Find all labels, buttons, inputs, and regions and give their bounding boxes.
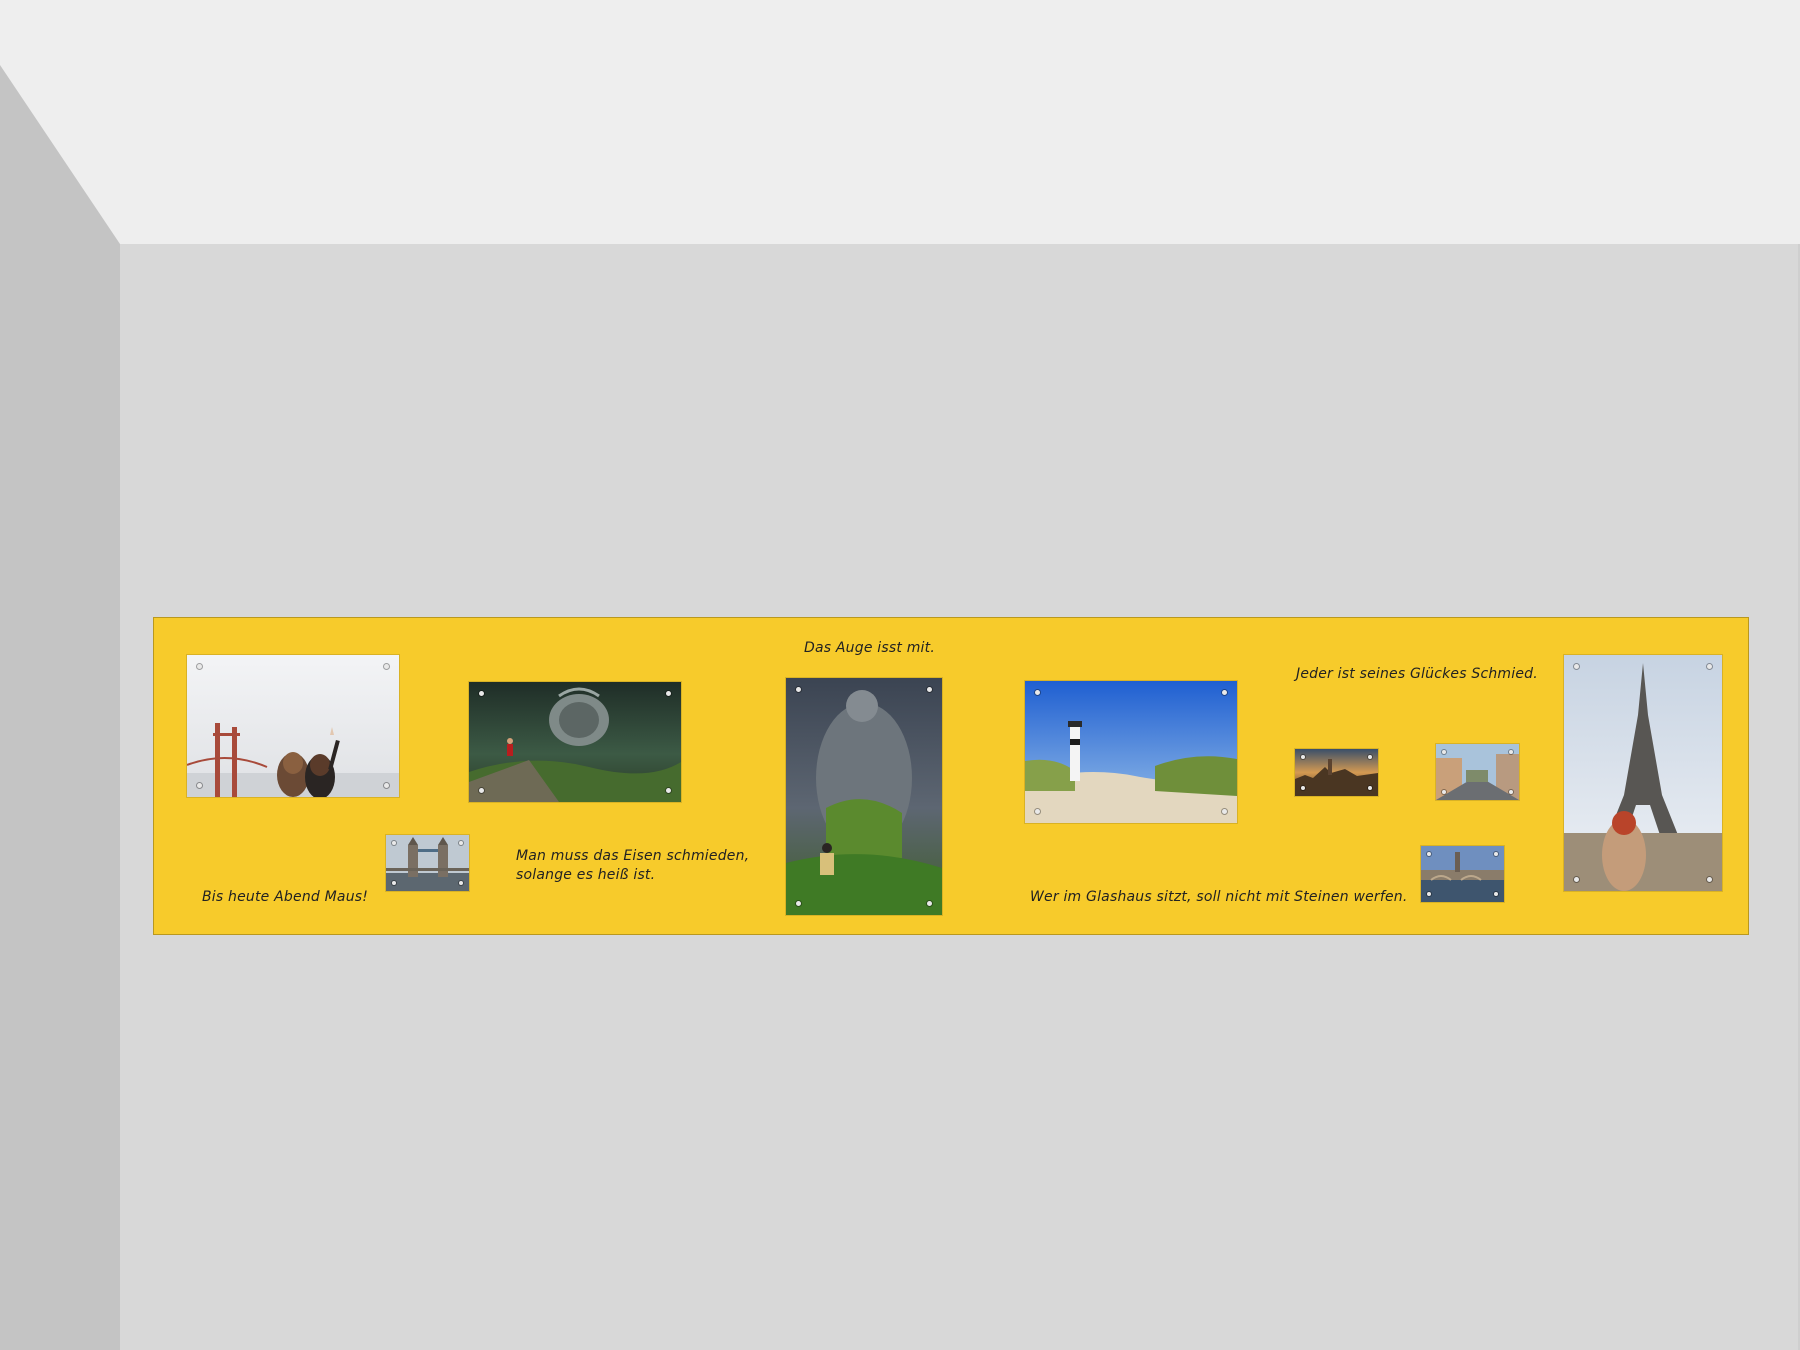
- screw: [459, 881, 463, 885]
- city-sunset-photo-icon: [1295, 749, 1378, 796]
- bridge-river-photo-icon: [1421, 846, 1504, 902]
- screw: [796, 687, 801, 692]
- photo-street[interactable]: [1436, 744, 1519, 800]
- screw: [927, 687, 932, 692]
- screw: [1427, 852, 1431, 856]
- screw: [1494, 852, 1498, 856]
- screw: [1035, 690, 1040, 695]
- screw: [1574, 877, 1579, 882]
- street-scene-photo-icon: [1436, 744, 1519, 800]
- screw: [927, 901, 932, 906]
- screw: [384, 783, 389, 788]
- screw: [1222, 809, 1227, 814]
- caption-eisen: Man muss das Eisen schmieden, solange es…: [516, 848, 750, 883]
- golden-gate-friends-photo-icon: [187, 655, 399, 797]
- eiffel-tower-photo-icon: [1564, 655, 1722, 891]
- photo-bridge-river[interactable]: [1421, 846, 1504, 902]
- screw: [1368, 786, 1372, 790]
- photo-fantasy-helmet[interactable]: [469, 682, 681, 802]
- screw: [1494, 892, 1498, 896]
- screw: [479, 788, 484, 793]
- screw: [1442, 790, 1446, 794]
- screw: [796, 901, 801, 906]
- photo-eiffel-tower[interactable]: [1564, 655, 1722, 891]
- caption-gluecks: Jeder ist seines Glückes Schmied.: [1296, 666, 1538, 682]
- tower-bridge-photo-icon: [386, 835, 469, 891]
- screw: [1035, 809, 1040, 814]
- screw: [1442, 750, 1446, 754]
- fantasy-helmet-landscape-photo-icon: [469, 682, 681, 802]
- screw: [1222, 690, 1227, 695]
- caption-glashaus: Wer im Glashaus sitzt, soll nicht mit St…: [1030, 889, 1408, 905]
- screw: [1707, 664, 1712, 669]
- photo-stone-statue[interactable]: [786, 678, 942, 915]
- caption-auge: Das Auge isst mit.: [804, 640, 935, 656]
- screw: [1301, 786, 1305, 790]
- screw: [197, 783, 202, 788]
- yellow-board: Bis heute Abend Maus! Man muss das Eisen…: [153, 617, 1749, 935]
- photo-lighthouse[interactable]: [1025, 681, 1237, 823]
- caption-bis-heute: Bis heute Abend Maus!: [202, 889, 369, 905]
- screw: [1368, 755, 1372, 759]
- screw: [479, 691, 484, 696]
- wall-scene: Bis heute Abend Maus! Man muss das Eisen…: [0, 0, 1800, 1350]
- screw: [1301, 755, 1305, 759]
- ceiling: [0, 0, 1800, 244]
- stone-statue-girl-photo-icon: [786, 678, 942, 915]
- screw: [392, 881, 396, 885]
- photo-golden-gate[interactable]: [187, 655, 399, 797]
- screw: [666, 788, 671, 793]
- photo-city-sunset[interactable]: [1295, 749, 1378, 796]
- screw: [384, 664, 389, 669]
- screw: [197, 664, 202, 669]
- screw: [1574, 664, 1579, 669]
- screw: [1509, 750, 1513, 754]
- screw: [392, 841, 396, 845]
- lighthouse-dunes-photo-icon: [1025, 681, 1237, 823]
- screw: [459, 841, 463, 845]
- photo-tower-bridge[interactable]: [386, 835, 469, 891]
- screw: [1707, 877, 1712, 882]
- screw: [1427, 892, 1431, 896]
- screw: [666, 691, 671, 696]
- screw: [1509, 790, 1513, 794]
